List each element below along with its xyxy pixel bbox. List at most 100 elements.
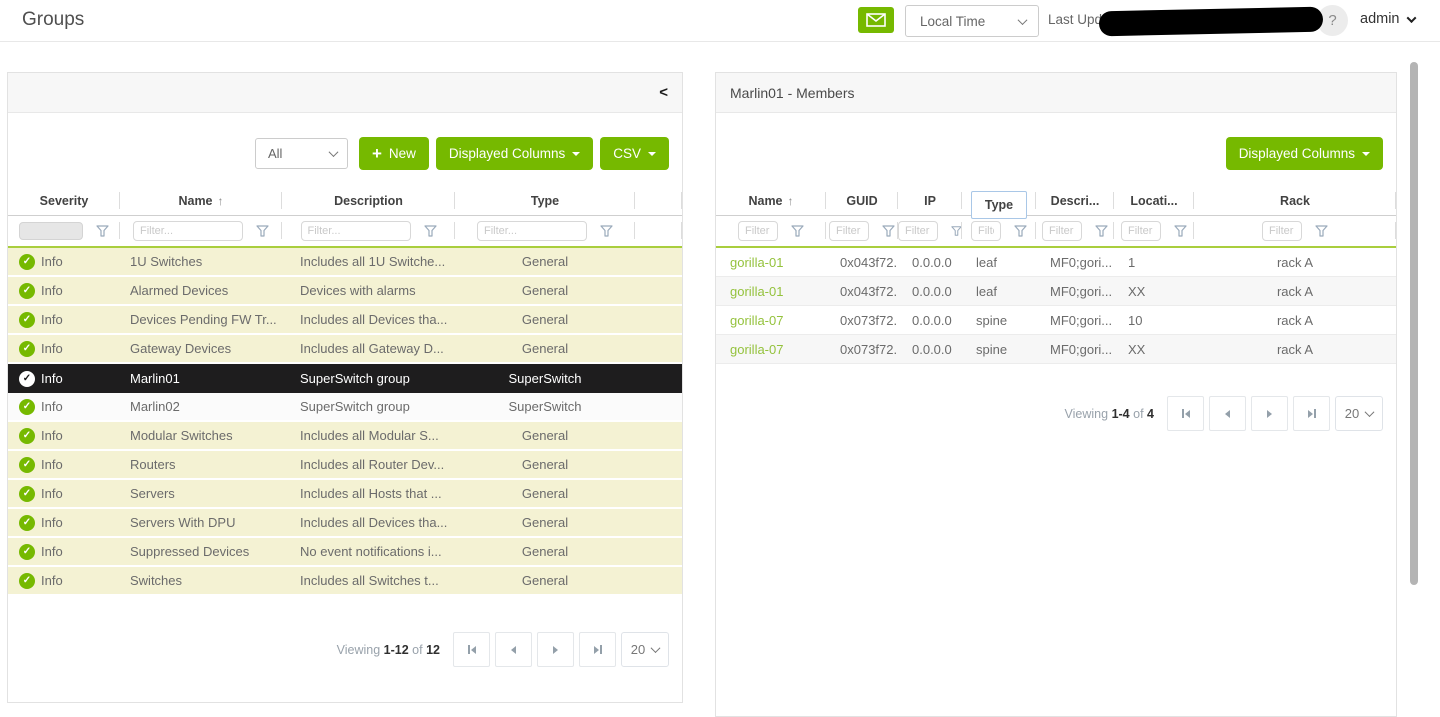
timezone-select[interactable]: Local Time xyxy=(905,5,1039,37)
group-type-cell: General xyxy=(455,573,635,588)
triangle-left-icon xyxy=(1225,410,1230,418)
column-header-description[interactable]: Description xyxy=(282,186,455,215)
filter-funnel-icon[interactable] xyxy=(256,225,269,237)
table-row[interactable]: Info Switches Includes all Switches t...… xyxy=(8,567,682,596)
filter-funnel-icon[interactable] xyxy=(424,225,437,237)
ip-filter-input[interactable] xyxy=(898,221,938,241)
filter-funnel-icon[interactable] xyxy=(1014,225,1027,237)
displayed-columns-button[interactable]: Displayed Columns xyxy=(1226,137,1383,170)
filter-funnel-icon[interactable] xyxy=(791,225,804,237)
scrollbar-thumb[interactable] xyxy=(1410,62,1418,585)
column-header-ip[interactable]: IP xyxy=(898,186,962,215)
type-filter-input[interactable] xyxy=(971,221,1001,241)
column-header-name[interactable]: Name ↑ xyxy=(120,186,282,215)
members-toolbar: Displayed Columns xyxy=(716,137,1383,170)
user-menu[interactable]: admin xyxy=(1360,11,1415,27)
mail-icon[interactable] xyxy=(858,7,894,33)
group-name-cell: Alarmed Devices xyxy=(120,283,282,298)
column-header-guid[interactable]: GUID xyxy=(826,186,898,215)
rack-filter-input[interactable] xyxy=(1262,221,1302,241)
guid-filter-input[interactable] xyxy=(829,221,869,241)
table-row[interactable]: gorilla-01 0x043f72... 0.0.0.0 leaf MF0;… xyxy=(716,248,1396,277)
filter-funnel-icon[interactable] xyxy=(1315,225,1328,237)
filter-cell-description xyxy=(282,216,455,246)
group-description-cell: Devices with alarms xyxy=(282,283,455,298)
column-header-description[interactable]: Descri... xyxy=(1036,186,1114,215)
next-page-button[interactable] xyxy=(1251,396,1288,431)
collapse-panel-button[interactable]: < xyxy=(659,84,668,101)
member-name-link[interactable]: gorilla-07 xyxy=(716,313,826,328)
check-circle-icon xyxy=(19,573,35,589)
column-header-rack[interactable]: Rack xyxy=(1194,186,1396,215)
filter-funnel-icon[interactable] xyxy=(600,225,613,237)
column-header-name[interactable]: Name ↑ xyxy=(716,186,826,215)
name-filter-input[interactable] xyxy=(133,221,243,241)
table-row[interactable]: Info Gateway Devices Includes all Gatewa… xyxy=(8,335,682,364)
member-location-cell: XX xyxy=(1114,284,1194,299)
member-name-link[interactable]: gorilla-07 xyxy=(716,342,826,357)
column-header-location[interactable]: Locati... xyxy=(1114,186,1194,215)
csv-export-button[interactable]: CSV xyxy=(600,137,669,170)
severity-cell: Info xyxy=(8,573,120,589)
table-row[interactable]: gorilla-07 0x073f72... 0.0.0.0 spine MF0… xyxy=(716,335,1396,364)
column-header-severity[interactable]: Severity xyxy=(8,186,120,215)
table-row[interactable]: gorilla-01 0x043f72... 0.0.0.0 leaf MF0;… xyxy=(716,277,1396,306)
table-row[interactable]: Info Marlin02 SuperSwitch group SuperSwi… xyxy=(8,393,682,422)
table-row[interactable]: Info Devices Pending FW Tr... Includes a… xyxy=(8,306,682,335)
first-page-button[interactable] xyxy=(453,632,490,667)
table-row[interactable]: gorilla-07 0x073f72... 0.0.0.0 spine MF0… xyxy=(716,306,1396,335)
prev-page-button[interactable] xyxy=(495,632,532,667)
filter-funnel-icon[interactable] xyxy=(1095,225,1108,237)
member-ip-cell: 0.0.0.0 xyxy=(898,342,962,357)
scrollbar-track[interactable] xyxy=(1406,43,1422,717)
severity-label: Info xyxy=(41,486,63,501)
filter-funnel-icon[interactable] xyxy=(882,225,895,237)
new-group-button[interactable]: New xyxy=(359,137,429,170)
table-row[interactable]: Info 1U Switches Includes all 1U Switche… xyxy=(8,248,682,277)
filter-cell-ip xyxy=(898,216,962,246)
page-size-select[interactable]: 20 xyxy=(1335,396,1383,431)
groups-pagination: Viewing 1-12 of 12 20 xyxy=(8,632,669,667)
description-filter-input[interactable] xyxy=(1042,221,1082,241)
check-circle-icon xyxy=(19,544,35,560)
filter-funnel-icon[interactable] xyxy=(951,225,962,237)
member-ip-cell: 0.0.0.0 xyxy=(898,284,962,299)
prev-page-button[interactable] xyxy=(1209,396,1246,431)
filter-funnel-icon[interactable] xyxy=(96,225,109,237)
group-type-select[interactable]: All xyxy=(255,138,348,169)
page-title: Groups xyxy=(22,9,84,31)
filter-funnel-icon[interactable] xyxy=(1174,225,1187,237)
location-filter-input[interactable] xyxy=(1121,221,1161,241)
redaction-blob xyxy=(1099,7,1323,37)
table-row[interactable]: Info Suppressed Devices No event notific… xyxy=(8,538,682,567)
displayed-columns-button[interactable]: Displayed Columns xyxy=(436,137,593,170)
severity-cell: Info xyxy=(8,486,120,502)
triangle-right-icon xyxy=(553,646,558,654)
table-row[interactable]: Info Servers With DPU Includes all Devic… xyxy=(8,509,682,538)
name-filter-input[interactable] xyxy=(738,221,778,241)
description-filter-input[interactable] xyxy=(301,221,411,241)
last-page-button[interactable] xyxy=(579,632,616,667)
table-row[interactable]: Info Marlin01 SuperSwitch group SuperSwi… xyxy=(8,364,682,393)
chevron-down-icon xyxy=(648,152,656,156)
next-page-button[interactable] xyxy=(537,632,574,667)
table-row[interactable]: Info Routers Includes all Router Dev... … xyxy=(8,451,682,480)
last-page-button[interactable] xyxy=(1293,396,1330,431)
table-row[interactable]: Info Servers Includes all Hosts that ...… xyxy=(8,480,682,509)
first-page-button[interactable] xyxy=(1167,396,1204,431)
group-type-cell: General xyxy=(455,457,635,472)
member-description-cell: MF0;gori... xyxy=(1036,342,1114,357)
member-name-link[interactable]: gorilla-01 xyxy=(716,284,826,299)
filter-cell-guid xyxy=(826,216,898,246)
member-name-link[interactable]: gorilla-01 xyxy=(716,255,826,270)
member-type-cell: leaf xyxy=(962,284,1036,299)
page-size-select[interactable]: 20 xyxy=(621,632,669,667)
type-filter-input[interactable] xyxy=(477,221,587,241)
column-header-type[interactable]: Type xyxy=(455,186,635,215)
column-header-type[interactable]: Type xyxy=(962,186,1036,215)
groups-toolbar: All New Displayed Columns CSV xyxy=(8,137,669,170)
group-description-cell: Includes all 1U Switche... xyxy=(282,254,455,269)
table-row[interactable]: Info Modular Switches Includes all Modul… xyxy=(8,422,682,451)
severity-label: Info xyxy=(41,399,63,414)
table-row[interactable]: Info Alarmed Devices Devices with alarms… xyxy=(8,277,682,306)
